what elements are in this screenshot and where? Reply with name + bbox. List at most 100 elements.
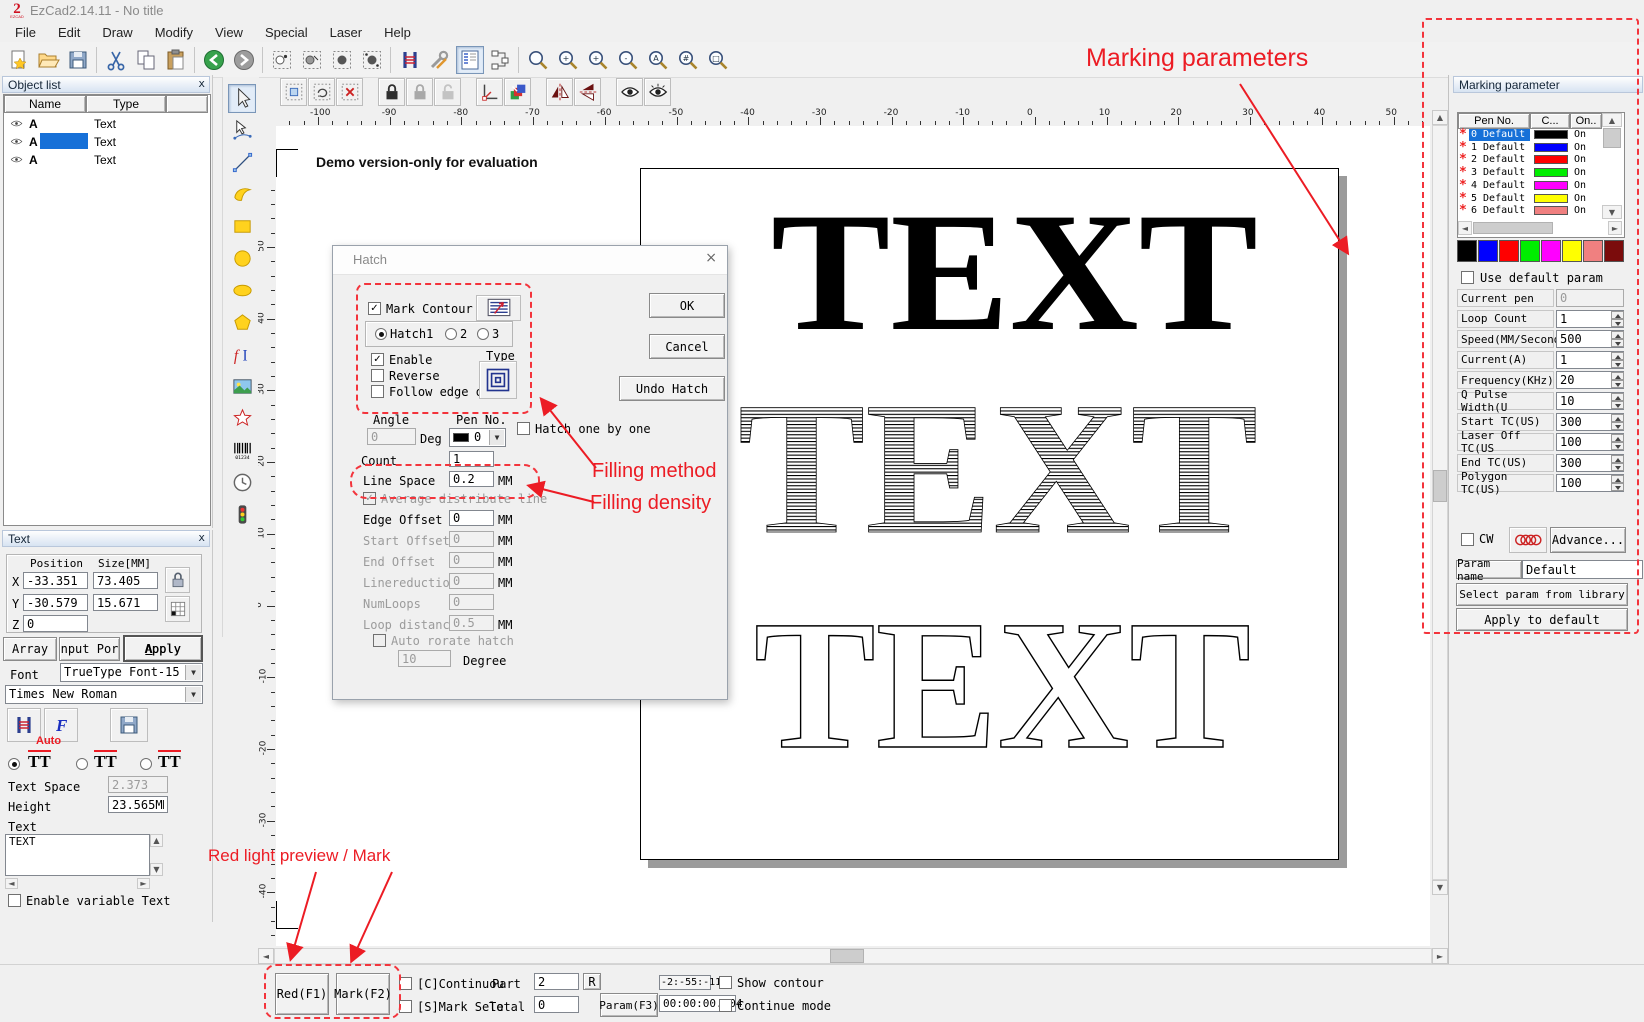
- palette-color-4[interactable]: [1541, 240, 1561, 262]
- param-name-field[interactable]: [1522, 560, 1643, 579]
- continuous-checkbox[interactable]: [399, 977, 412, 990]
- copy-button[interactable]: [132, 46, 160, 74]
- visibility-eye-icon[interactable]: [8, 152, 24, 166]
- x-position-field[interactable]: [23, 572, 88, 589]
- pen-hscroll-thumb[interactable]: [1473, 222, 1553, 234]
- menu-modify[interactable]: Modify: [144, 23, 204, 42]
- palette-color-7[interactable]: [1604, 240, 1624, 262]
- spacing-auto-radio[interactable]: [8, 758, 20, 770]
- barcode-tool-button[interactable]: 01234: [228, 436, 256, 465]
- advance-button[interactable]: Advance...: [1550, 527, 1626, 553]
- pen-row-name[interactable]: 6 Default: [1471, 205, 1525, 216]
- part-field[interactable]: [534, 973, 579, 990]
- zoom-window-button[interactable]: [524, 46, 552, 74]
- object-row-type[interactable]: Text: [94, 153, 116, 167]
- pen-column-0[interactable]: Pen No.: [1458, 113, 1530, 129]
- pen-row-name[interactable]: 5 Default: [1471, 193, 1525, 204]
- hatch3-radio[interactable]: [477, 328, 489, 340]
- hatch-pen-select[interactable]: 0 ▼: [449, 428, 506, 447]
- spinner-stepper[interactable]: [1611, 414, 1624, 430]
- font-name-select[interactable]: Times New Roman▼: [5, 685, 203, 704]
- rect-tool-button[interactable]: [228, 212, 256, 241]
- apply-button[interactable]: AApplyApply: [123, 635, 203, 662]
- pen-on-state[interactable]: On: [1574, 180, 1586, 191]
- io-tool-button[interactable]: [228, 500, 256, 529]
- enable-checkbox[interactable]: ✓: [371, 353, 384, 366]
- polygon-tool-button[interactable]: [228, 308, 256, 337]
- vscroll-up[interactable]: ▲: [1432, 110, 1448, 125]
- contour-style-button[interactable]: [476, 295, 521, 321]
- ok-button[interactable]: OK: [649, 293, 725, 318]
- follow-edge-checkbox[interactable]: [371, 385, 384, 398]
- pen-on-state[interactable]: On: [1574, 167, 1586, 178]
- degree-field[interactable]: [398, 650, 451, 667]
- new-file-button[interactable]: [4, 46, 32, 74]
- hscroll-thumb[interactable]: [830, 949, 864, 963]
- pen-color-swatch[interactable]: [1534, 206, 1568, 215]
- mark-selected-checkbox[interactable]: [399, 1000, 412, 1013]
- undo-button[interactable]: [200, 46, 228, 74]
- chevron-down-icon[interactable]: ▼: [185, 687, 201, 702]
- menu-file[interactable]: File: [4, 23, 47, 42]
- palette-color-5[interactable]: [1562, 240, 1582, 262]
- red-light-button[interactable]: Red(F1): [275, 973, 329, 1015]
- mark-contour-checkbox[interactable]: ✓: [368, 302, 381, 315]
- pen-color-swatch[interactable]: [1534, 181, 1568, 190]
- menu-help[interactable]: Help: [373, 23, 422, 42]
- preview-red-button[interactable]: [616, 78, 643, 106]
- delay-tool-button[interactable]: [228, 468, 256, 497]
- spacing-width-radio[interactable]: [140, 758, 152, 770]
- zoom-move-button[interactable]: +: [554, 46, 582, 74]
- ellipse-tool-button[interactable]: [228, 276, 256, 305]
- open-file-button[interactable]: [34, 46, 62, 74]
- hatch-one-by-one-checkbox[interactable]: [517, 422, 530, 435]
- average-checkbox[interactable]: ✓: [363, 492, 376, 505]
- text-content-field[interactable]: TEXT: [5, 834, 150, 876]
- node-arrow-button[interactable]: [228, 116, 256, 145]
- vscroll-down[interactable]: ▼: [1432, 880, 1448, 895]
- object-row-name[interactable]: A: [29, 153, 38, 167]
- object-column-Type[interactable]: Type: [86, 95, 166, 113]
- preview-mark-button[interactable]: [644, 78, 671, 106]
- pen-scroll-down[interactable]: ▼: [1602, 205, 1622, 219]
- undo-hatch-button[interactable]: Undo Hatch: [619, 376, 725, 401]
- node-add-button[interactable]: [298, 46, 326, 74]
- cut-button[interactable]: [102, 46, 130, 74]
- pen-color-swatch[interactable]: [1534, 168, 1568, 177]
- put-to-origin-button[interactable]: [476, 78, 503, 106]
- line-space-field[interactable]: [449, 471, 494, 487]
- spinner-stepper[interactable]: [1611, 372, 1624, 388]
- menu-draw[interactable]: Draw: [91, 23, 143, 42]
- chevron-down-icon[interactable]: ▼: [185, 665, 201, 680]
- hatch-row-field[interactable]: [449, 615, 494, 631]
- curve-tool-button[interactable]: [228, 180, 256, 209]
- zoom-all-button[interactable]: A: [644, 46, 672, 74]
- pen-column-2[interactable]: On..: [1570, 113, 1602, 129]
- zoom-select-button[interactable]: #: [674, 46, 702, 74]
- pen-row-name[interactable]: 0 Default: [1471, 129, 1525, 140]
- lock-button[interactable]: [378, 78, 405, 106]
- color-order-button[interactable]: [504, 78, 531, 106]
- unlock-all-button[interactable]: [434, 78, 461, 106]
- rotate-tool-button[interactable]: [308, 78, 335, 106]
- pen-row-name[interactable]: 1 Default: [1471, 142, 1525, 153]
- vscroll-track[interactable]: [1432, 125, 1448, 880]
- object-column-Name[interactable]: Name: [4, 95, 86, 113]
- select-param-button[interactable]: Select param from library: [1456, 583, 1628, 606]
- menu-edit[interactable]: Edit: [47, 23, 91, 42]
- hscroll-left[interactable]: ◄: [258, 948, 274, 964]
- use-default-checkbox[interactable]: [1461, 271, 1474, 284]
- redo-button[interactable]: [230, 46, 258, 74]
- zoom-page-button[interactable]: □: [704, 46, 732, 74]
- object-row-name[interactable]: A: [29, 117, 38, 131]
- text-space-field[interactable]: [108, 776, 168, 793]
- pen-on-state[interactable]: On: [1574, 205, 1586, 216]
- hatch1-radio[interactable]: [375, 328, 387, 340]
- palette-color-2[interactable]: [1499, 240, 1519, 262]
- menu-special[interactable]: Special: [254, 23, 319, 42]
- object-row-type[interactable]: Text: [94, 135, 116, 149]
- node-move-button[interactable]: [328, 46, 356, 74]
- enable-variable-checkbox[interactable]: [8, 894, 21, 907]
- hatch-row-field[interactable]: [449, 594, 494, 610]
- lock-ratio-button[interactable]: [165, 567, 190, 593]
